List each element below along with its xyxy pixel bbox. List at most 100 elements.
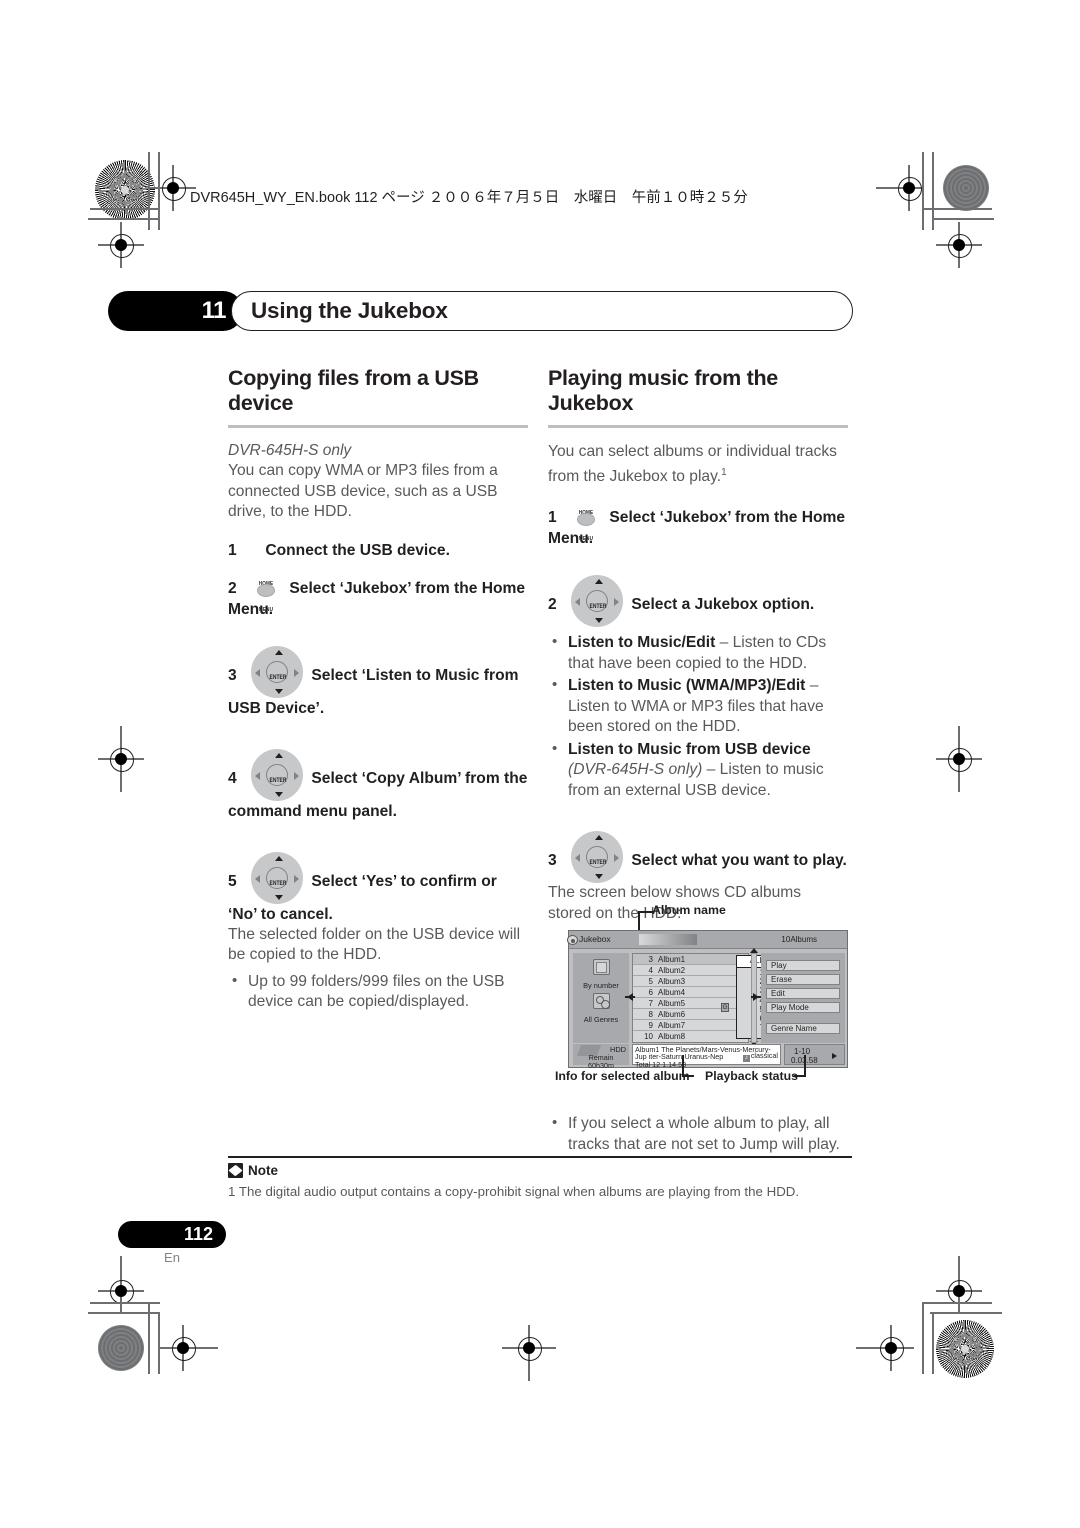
album-number: 9 (648, 1021, 653, 1030)
starburst-mark-bottom-right (936, 1320, 994, 1378)
enter-icon-label: ENTER (269, 673, 287, 681)
table-row[interactable]: 4 Album2 (633, 965, 748, 976)
command-play[interactable]: Play (766, 960, 840, 971)
jukebox-options-list: Listen to Music/Edit – Listen to CDs tha… (548, 632, 848, 802)
side-item-all-genres[interactable]: All Genres (573, 993, 629, 1024)
list-item: Listen to Music from USB device (DVR-645… (548, 739, 848, 802)
home-menu-button-icon: HOME MENU (575, 507, 597, 541)
right-column: Playing music from the Jukebox You can s… (548, 366, 848, 924)
album-number: 4 (648, 966, 653, 975)
left-column: Copying files from a USB device DVR-645H… (228, 366, 528, 1015)
right-intro-paragraph: You can select albums or individual trac… (548, 442, 848, 487)
command-edit[interactable]: Edit (766, 988, 840, 999)
step-5: 5 ENTER Select ‘Yes’ to confirm or ‘No’ … (228, 851, 528, 966)
step-3: 3 ENTER Select ‘Listen to Music from USB… (228, 645, 528, 719)
side-item-label: All Genres (583, 1015, 619, 1024)
page-language-code: En (164, 1250, 180, 1265)
album-number: 6 (648, 988, 653, 997)
heading-rule (548, 425, 848, 428)
genre-icon (592, 993, 610, 1009)
side-item-by-number[interactable]: By number (573, 959, 629, 990)
step-number: 5 (228, 872, 237, 890)
step-number: 1 (228, 541, 237, 559)
step-text: Select a Jukebox option. (631, 596, 815, 614)
album-list[interactable]: 3 Album1 4 Album2 5 Album3 6 Album4 7 Album5 … (632, 953, 749, 1043)
folder-icon (592, 959, 610, 975)
album-count: 10Albums (781, 935, 817, 944)
side-item-label: By number (583, 981, 619, 990)
enter-joypad-icon: ENTER (251, 645, 304, 698)
table-row[interactable]: 3 Album1 (633, 954, 748, 965)
step-number: 3 (548, 852, 557, 870)
table-row[interactable]: 10 Album8 (633, 1031, 748, 1042)
note-label: Note (248, 1163, 278, 1178)
album-number: 3 (648, 955, 653, 964)
callout-info-for-album: Info for selected album (555, 1069, 690, 1083)
album-number: 5 (648, 977, 653, 986)
list-item: Listen to Music (WMA/MP3)/Edit – Listen … (548, 675, 848, 738)
step-number: 2 (548, 596, 557, 614)
selected-album-info: Album1 The Planets/Mars-Venus-Mercury-Ju… (632, 1044, 781, 1068)
starburst-mark-top-left (95, 160, 155, 220)
callout-playback-status: Playback status (705, 1069, 798, 1083)
table-row[interactable]: 7 Album5 (633, 998, 748, 1009)
music-note-icon: ♪ (742, 1055, 750, 1062)
right-intro-text: You can select albums or individual trac… (548, 443, 837, 485)
table-row[interactable]: 9 Album7 (633, 1020, 748, 1031)
device-screen: Jukebox 10Albums By number All Genres HD… (567, 930, 848, 1069)
info-line-3: Total 12 1.14.58 (635, 1059, 687, 1069)
note-divider (228, 1156, 852, 1158)
list-item: Listen to Music/Edit – Listen to CDs tha… (548, 632, 848, 674)
album-name: Album3 (658, 977, 686, 986)
callout-album-name: Album name (652, 903, 726, 917)
enter-icon-label: ENTER (269, 776, 287, 784)
left-bullet-list: Up to 99 folders/999 files on the USB de… (228, 971, 528, 1013)
command-erase[interactable]: Erase (766, 974, 840, 985)
album-name: Album2 (658, 966, 686, 975)
chapter-banner: 11 Using the Jukebox (108, 291, 853, 331)
step-1: 1 Connect the USB device. (228, 540, 528, 561)
right-arrow-icon (753, 993, 759, 1001)
step-number: 3 (228, 666, 237, 684)
table-row[interactable]: 5 Album3 (633, 976, 748, 987)
jukebox-disc-icon (567, 935, 578, 945)
footnote-marker: 1 (721, 466, 727, 478)
left-arrow-icon (627, 993, 633, 1001)
table-row[interactable]: 6 Album4 (633, 987, 748, 998)
genre-chip-icon: G (721, 1003, 729, 1012)
command-genre-name[interactable]: Genre Name (766, 1023, 840, 1034)
album-name: Album5 (658, 999, 686, 1008)
hdd-status-panel: HDD Remain 60h30m (573, 1044, 629, 1069)
option-title: Listen to Music (WMA/MP3)/Edit (568, 677, 806, 695)
leader-line (804, 1055, 806, 1077)
album-name: Album8 (658, 1032, 686, 1041)
album-number: 8 (648, 1010, 653, 1019)
list-item: Up to 99 folders/999 files on the USB de… (228, 971, 528, 1013)
model-note: DVR-645H-S only (228, 442, 352, 459)
album-number: 7 (648, 999, 653, 1008)
heading-rule (228, 425, 528, 428)
hdd-remaining: Remain 60h30m (575, 1054, 627, 1069)
step-2: 2 HOME MENU Select ‘Jukebox’ from the Ho… (228, 578, 528, 620)
right-section-heading: Playing music from the Jukebox (548, 366, 778, 415)
gray-disc-mark-bottom-left (98, 1325, 144, 1371)
step-text: Connect the USB device. (265, 541, 450, 559)
step-1: 1 HOME MENU Select ‘Jukebox’ from the Ho… (548, 507, 848, 549)
chapter-title: Using the Jukebox (251, 298, 448, 323)
enter-icon-label: ENTER (269, 879, 287, 887)
option-model-note: (DVR-645H-S only) (568, 761, 703, 779)
left-section-heading: Copying files from a USB device (228, 366, 479, 415)
table-row[interactable]: 8 Album6 (633, 1009, 748, 1020)
manual-page: DVR645H_WY_EN.book 112 ページ ２００６年７月５日 水曜日… (0, 0, 1080, 1528)
page-number-badge: 112 (118, 1221, 226, 1248)
step-2: 2 ENTER Select a Jukebox option. Listen … (548, 575, 848, 801)
title-bar-gradient (639, 934, 697, 945)
command-play-mode[interactable]: Play Mode (766, 1002, 840, 1013)
genre-value: classical (750, 1051, 778, 1060)
home-menu-button-icon: HOME MENU (255, 578, 277, 612)
note-header: Note (228, 1163, 278, 1178)
playback-status-panel: 1-10 0.03.58 (784, 1044, 845, 1065)
step-number: 1 (548, 509, 557, 527)
album-name: Album6 (658, 1010, 686, 1019)
album-name: Album1 (658, 955, 686, 964)
